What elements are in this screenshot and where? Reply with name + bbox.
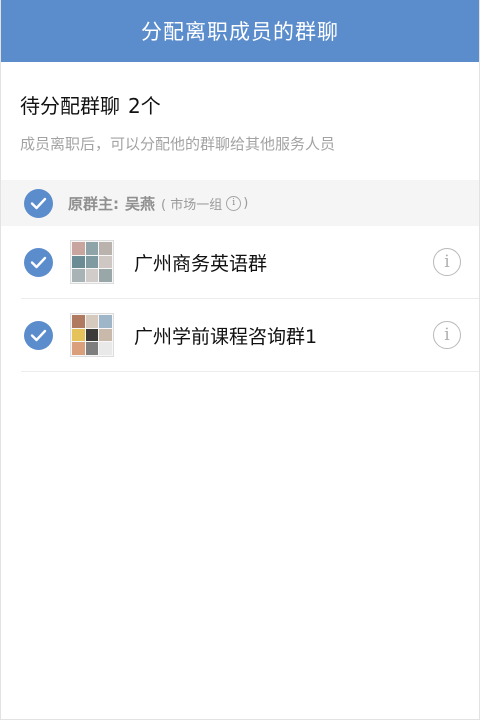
group-row[interactable]: 广州商务英语群 i: [21, 226, 480, 299]
avatar-tile: [85, 315, 99, 328]
avatar-tile: [99, 342, 112, 355]
avatar-tile: [72, 242, 85, 255]
avatar-tile: [99, 328, 112, 342]
group-avatar: [70, 240, 114, 284]
avatar-tile: [72, 255, 85, 269]
avatar-tile: [85, 342, 99, 355]
owner-name: 吴燕: [125, 194, 156, 213]
check-icon[interactable]: [24, 247, 53, 277]
avatar-tile: [99, 269, 112, 282]
avatar-tile: [85, 255, 99, 269]
avatar-tile: [99, 242, 112, 255]
group-list: 广州商务英语群 i 广州学前课程咨询群1 i: [21, 226, 480, 372]
group-name: 广州商务英语群: [134, 252, 268, 275]
page-title: 分配离职成员的群聊: [141, 20, 339, 44]
check-icon[interactable]: [24, 188, 53, 218]
page-title-bar: 分配离职成员的群聊: [0, 0, 480, 62]
owner-team-text: ( 市场一组: [161, 197, 223, 213]
avatar-tile: [99, 255, 112, 269]
avatar-tile: [85, 328, 99, 342]
pending-hint: 成员离职后，可以分配他的群聊给其他服务人员: [20, 135, 336, 153]
group-row[interactable]: 广州学前课程咨询群1 i: [21, 299, 480, 372]
info-icon[interactable]: i: [433, 248, 461, 276]
pending-header: 待分配群聊 2个 成员离职后，可以分配他的群聊给其他服务人员: [0, 62, 480, 180]
owner-label: 原群主:: [68, 194, 119, 213]
pending-count: 2个: [128, 94, 161, 118]
pending-label: 待分配群聊: [20, 94, 120, 118]
owner-team-close: ): [243, 195, 249, 211]
owner-team: ( 市场一组 i ): [161, 194, 248, 213]
avatar-tile: [85, 269, 99, 282]
owner-select-all-row[interactable]: 原群主: 吴燕 ( 市场一组 i ): [0, 180, 480, 226]
avatar-tile: [72, 269, 85, 282]
pending-title: 待分配群聊 2个: [20, 90, 460, 119]
info-icon[interactable]: i: [226, 195, 242, 211]
avatar-tile: [85, 242, 99, 255]
info-icon[interactable]: i: [433, 321, 461, 349]
avatar-tile: [72, 342, 85, 355]
check-icon[interactable]: [24, 320, 53, 350]
avatar-tile: [99, 315, 112, 328]
avatar-tile: [72, 315, 85, 328]
group-name: 广州学前课程咨询群1: [134, 325, 318, 348]
group-avatar: [70, 313, 114, 357]
avatar-tile: [72, 328, 85, 342]
